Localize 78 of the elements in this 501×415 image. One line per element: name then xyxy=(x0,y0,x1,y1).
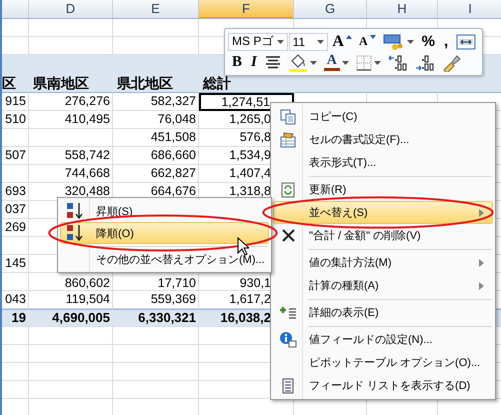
merge-center-icon[interactable] xyxy=(456,34,476,50)
font-combo[interactable]: MS Pゴ xyxy=(228,32,288,50)
italic-button[interactable]: I xyxy=(247,52,261,72)
dropdown-arrow-icon xyxy=(342,60,349,64)
table-cell: 19 xyxy=(2,309,29,327)
table-cell xyxy=(2,363,29,381)
table-cell: 76,048 xyxy=(113,111,199,129)
sort-descending-icon xyxy=(66,224,84,242)
table-cell xyxy=(2,345,29,363)
show-detail-icon xyxy=(279,306,297,320)
brush-icon[interactable] xyxy=(442,54,462,72)
font-color-button[interactable]: A xyxy=(320,52,352,72)
format-button[interactable]: % xyxy=(418,32,439,52)
menu-item[interactable]: "合計 / 金額" の削除(V) xyxy=(273,224,493,247)
submenu-arrow-icon xyxy=(479,282,484,290)
column-heading: 県北地区 xyxy=(113,55,199,93)
refresh-icon xyxy=(281,182,295,198)
shrink-font-button[interactable]: A xyxy=(356,32,379,52)
table-cell: 915 xyxy=(2,93,29,111)
dropdown-arrow-icon xyxy=(374,60,381,64)
table-cell: 582,327 xyxy=(113,93,199,111)
table-cell: 693 xyxy=(2,183,29,201)
table-cell: 410,495 xyxy=(29,111,113,129)
column-header[interactable]: F xyxy=(199,0,294,18)
money-icon xyxy=(382,32,405,50)
field-list-icon xyxy=(282,378,294,394)
table-cell: 4,690,005 xyxy=(29,309,113,327)
cursor-icon xyxy=(237,237,249,256)
increase-decimal-icon[interactable] xyxy=(388,54,408,72)
menu-item[interactable]: 降順(O) xyxy=(60,222,269,244)
format-button[interactable]: , xyxy=(440,32,452,52)
dropdown-arrow-icon xyxy=(276,40,284,44)
menu-item[interactable]: ピボットテーブル オプション(O)... xyxy=(273,351,493,374)
table-cell: 269 xyxy=(2,219,29,237)
info-icon xyxy=(279,331,297,348)
borders-icon xyxy=(356,54,372,70)
column-header[interactable]: H xyxy=(367,0,438,18)
table-cell: 145 xyxy=(2,255,29,273)
table-cell: 558,742 xyxy=(29,147,113,165)
table-cell: 276,276 xyxy=(29,93,113,111)
column-heading: 県南地区 xyxy=(29,55,113,93)
table-cell xyxy=(2,165,29,183)
dropdown-arrow-icon xyxy=(406,40,414,44)
column-header[interactable]: D xyxy=(29,0,113,18)
table-cell: 451,508 xyxy=(113,129,199,147)
column-header[interactable]: G xyxy=(294,0,367,18)
column-header[interactable]: I xyxy=(438,0,501,18)
table-cell: 686,660 xyxy=(113,147,199,165)
format-cells-icon xyxy=(280,132,296,148)
align-center-icon[interactable] xyxy=(264,56,281,70)
table-cell: 744,668 xyxy=(29,165,113,183)
bold-button[interactable]: B xyxy=(228,52,246,72)
table-cell: 662,827 xyxy=(113,165,199,183)
font-combo[interactable]: 11 xyxy=(288,32,328,50)
up-arrow-icon xyxy=(346,34,352,38)
table-cell: 507 xyxy=(2,147,29,165)
delete-icon xyxy=(282,229,294,242)
table-cell xyxy=(2,19,29,37)
decrease-decimal-icon[interactable] xyxy=(414,54,435,72)
down-arrow-icon xyxy=(370,34,376,38)
copy-icon xyxy=(280,108,296,124)
table-cell: 6,330,321 xyxy=(113,309,199,327)
submenu-arrow-icon xyxy=(479,258,484,266)
submenu-arrow-icon xyxy=(479,208,484,216)
sort-ascending-icon xyxy=(66,202,84,220)
table-cell: 037 xyxy=(2,201,29,219)
table-cell xyxy=(2,273,29,291)
column-heading: 区 xyxy=(2,55,29,93)
menu-item[interactable]: フィールド リストを表示する(D) xyxy=(273,374,493,397)
table-cell xyxy=(2,129,29,147)
table-cell xyxy=(2,381,29,399)
menu-item[interactable]: 並べ替え(S) xyxy=(273,201,493,224)
grow-font-button[interactable]: A xyxy=(329,32,355,52)
paint-bucket-icon xyxy=(288,54,308,72)
table-cell: 510 xyxy=(2,111,29,129)
dropdown-arrow-icon xyxy=(317,40,324,44)
table-cell xyxy=(2,327,29,345)
dropdown-arrow-icon xyxy=(310,60,317,64)
